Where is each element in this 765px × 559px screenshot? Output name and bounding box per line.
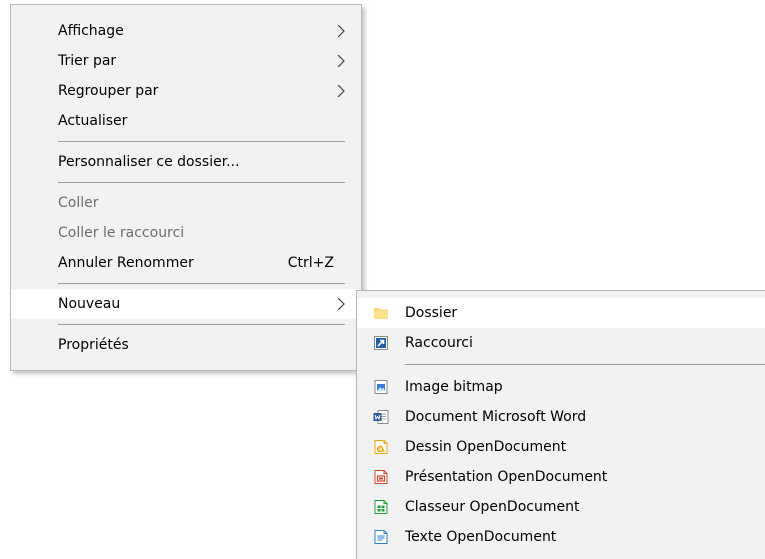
menu-item-coller[interactable]: Coller bbox=[11, 188, 361, 218]
submenu-item-label: Texte OpenDocument bbox=[405, 529, 557, 545]
menu-item-label: Affichage bbox=[58, 23, 124, 39]
submenu-item-label: Présentation OpenDocument bbox=[405, 469, 608, 485]
submenu-item-dessin[interactable]: Dessin OpenDocument bbox=[357, 432, 765, 462]
menu-item-actualiser[interactable]: Actualiser bbox=[11, 106, 361, 136]
submenu-item-classeur[interactable]: Classeur OpenDocument bbox=[357, 492, 765, 522]
menu-item-label: Coller le raccourci bbox=[58, 225, 185, 241]
submenu-item-label: Raccourci bbox=[405, 335, 473, 351]
menu-item-nouveau[interactable]: Nouveau bbox=[11, 289, 361, 319]
menu-item-label: Actualiser bbox=[58, 113, 128, 129]
submenu-item-dossier[interactable]: Dossier bbox=[357, 298, 765, 328]
menu-item-label: Personnaliser ce dossier... bbox=[58, 154, 240, 170]
chevron-right-icon bbox=[337, 298, 345, 310]
submenu-item-word-document[interactable]: Document Microsoft Word bbox=[357, 402, 765, 432]
chevron-right-icon bbox=[337, 85, 345, 97]
menu-separator bbox=[58, 141, 345, 142]
opendocument-spreadsheet-icon bbox=[374, 500, 388, 514]
chevron-right-icon bbox=[337, 25, 345, 37]
menu-separator bbox=[405, 364, 765, 365]
keyboard-shortcut: Ctrl+Z bbox=[287, 255, 334, 271]
word-document-icon bbox=[373, 410, 389, 424]
context-menu: Affichage Trier par Regrouper par Actual… bbox=[10, 4, 362, 371]
submenu-item-label: Dessin OpenDocument bbox=[405, 439, 567, 455]
menu-item-label: Regrouper par bbox=[58, 83, 159, 99]
submenu-item-label: Document Microsoft Word bbox=[405, 409, 587, 425]
menu-item-label: Nouveau bbox=[58, 296, 121, 312]
menu-item-label: Annuler Renommer bbox=[58, 255, 194, 271]
submenu-item-raccourci[interactable]: Raccourci bbox=[357, 328, 765, 358]
menu-item-label: Propriétés bbox=[58, 337, 129, 353]
menu-item-personnaliser[interactable]: Personnaliser ce dossier... bbox=[11, 147, 361, 177]
opendocument-text-icon bbox=[374, 530, 388, 544]
bitmap-image-icon bbox=[374, 380, 388, 394]
menu-item-affichage[interactable]: Affichage bbox=[11, 16, 361, 46]
submenu-item-image-bitmap[interactable]: Image bitmap bbox=[357, 372, 765, 402]
submenu-item-label: Dossier bbox=[405, 305, 458, 321]
submenu-item-label: Classeur OpenDocument bbox=[405, 499, 580, 515]
opendocument-presentation-icon bbox=[374, 470, 388, 484]
new-submenu: Dossier Raccourci Image bitmap Document … bbox=[356, 290, 765, 559]
folder-icon bbox=[374, 308, 388, 319]
menu-item-coller-raccourci[interactable]: Coller le raccourci bbox=[11, 218, 361, 248]
menu-item-annuler-renommer[interactable]: Annuler Renommer Ctrl+Z bbox=[11, 248, 361, 278]
menu-separator bbox=[58, 283, 345, 284]
submenu-item-texte[interactable]: Texte OpenDocument bbox=[357, 522, 765, 552]
submenu-item-label: Image bitmap bbox=[405, 379, 503, 395]
menu-item-label: Trier par bbox=[58, 53, 117, 69]
submenu-item-presentation[interactable]: Présentation OpenDocument bbox=[357, 462, 765, 492]
menu-item-proprietes[interactable]: Propriétés bbox=[11, 330, 361, 360]
menu-item-regrouper-par[interactable]: Regrouper par bbox=[11, 76, 361, 106]
chevron-right-icon bbox=[337, 55, 345, 67]
opendocument-drawing-icon bbox=[374, 440, 388, 454]
shortcut-icon bbox=[374, 336, 388, 350]
menu-item-label: Coller bbox=[58, 195, 99, 211]
menu-item-trier-par[interactable]: Trier par bbox=[11, 46, 361, 76]
menu-separator bbox=[58, 182, 345, 183]
menu-separator bbox=[58, 324, 345, 325]
